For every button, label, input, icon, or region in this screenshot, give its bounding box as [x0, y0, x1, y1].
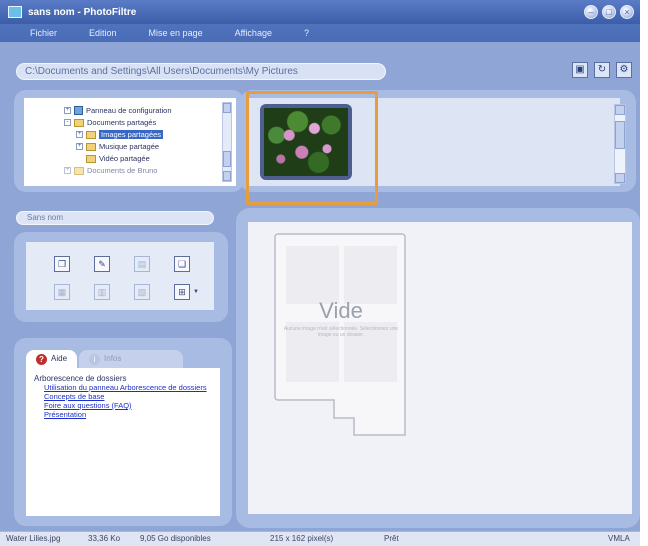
status-bar: Water Lilies.jpg 33,36 Ko 9,05 Go dispon…: [0, 531, 640, 546]
delete-icon[interactable]: ▦: [54, 284, 70, 300]
tools-panel: ❐ ✎ ▤ ❏ ▦ ▥ ▧ ⊞ ▼: [14, 232, 228, 322]
thumbnail-selection-highlight: [246, 91, 378, 205]
tab-help[interactable]: ? Aide: [26, 350, 78, 368]
status-file: Water Lilies.jpg: [6, 534, 61, 543]
path-tools: ▣ ↻ ⚙: [572, 62, 632, 78]
expand-icon[interactable]: +: [76, 131, 83, 138]
tree-item-label: Musique partagée: [99, 142, 160, 151]
help-link-folder-tree[interactable]: Utilisation du panneau Arborescence de d…: [34, 383, 212, 392]
help-tabs: ? Aide i Infos: [26, 350, 184, 368]
collapse-icon[interactable]: -: [64, 119, 71, 126]
empty-description: Aucune image n'est sélectionnée. Sélecti…: [283, 326, 399, 338]
copy-icon[interactable]: ❐: [54, 256, 70, 272]
help-link-faq[interactable]: Foire aux questions (FAQ): [34, 401, 212, 410]
menu-display[interactable]: Affichage: [235, 28, 272, 38]
path-field[interactable]: C:\Documents and Settings\All Users\Docu…: [16, 63, 386, 80]
status-disk: 9,05 Go disponibles: [140, 534, 211, 543]
options-icon[interactable]: ⚙: [616, 62, 632, 78]
tree-item-shared-documents[interactable]: - Documents partagés: [64, 118, 156, 127]
folder-icon: [74, 118, 84, 127]
chevron-down-icon[interactable]: ▼: [193, 289, 199, 295]
tree-item-label: Documents partagés: [87, 118, 157, 127]
menu-file[interactable]: Fichier: [30, 28, 57, 38]
maximize-button[interactable]: □: [602, 5, 616, 19]
folder-tree: + Panneau de configuration - Documents p…: [24, 98, 236, 186]
properties-icon[interactable]: ▧: [134, 284, 150, 300]
folder-icon: [86, 142, 96, 151]
menu-help[interactable]: ?: [304, 28, 309, 38]
tree-item-label: Documents de Bruno: [87, 166, 158, 175]
scroll-thumb[interactable]: [615, 121, 625, 149]
tree-item-label: Vidéo partagée: [99, 154, 150, 163]
tree-item-label: Panneau de configuration: [86, 106, 172, 115]
tree-item-control-panel[interactable]: + Panneau de configuration: [64, 106, 172, 115]
tab-help-label: Aide: [51, 354, 68, 363]
folder-icon: [86, 130, 96, 139]
scroll-down-icon[interactable]: [615, 173, 625, 183]
help-link-overview[interactable]: Présentation: [34, 410, 212, 419]
control-panel-icon: [74, 106, 83, 115]
minimize-button[interactable]: –: [584, 5, 598, 19]
window-title: sans nom - PhotoFiltre: [28, 6, 137, 18]
scroll-thumb[interactable]: [223, 151, 231, 167]
photofiltre-window: sans nom - PhotoFiltre – □ × Fichier Edi…: [0, 0, 640, 546]
view-mode-icon[interactable]: ⊞: [174, 284, 190, 300]
empty-title: Vide: [319, 298, 363, 323]
rename-icon[interactable]: ▥: [94, 284, 110, 300]
status-mode: VMLA: [608, 534, 630, 543]
menu-bar: Fichier Edition Mise en page Affichage ?: [0, 24, 640, 42]
move-icon[interactable]: ▤: [134, 256, 150, 272]
expand-icon[interactable]: +: [76, 143, 83, 150]
expand-icon[interactable]: +: [64, 167, 71, 174]
tools-grid: ❐ ✎ ▤ ❏ ▦ ▥ ▧ ⊞ ▼: [26, 242, 214, 310]
thumbnail-scrollbar[interactable]: [614, 104, 626, 184]
menu-page-layout[interactable]: Mise en page: [149, 28, 203, 38]
tree-scrollbar[interactable]: [222, 102, 232, 182]
window-controls: – □ ×: [584, 5, 634, 19]
help-icon: ?: [36, 353, 47, 365]
scroll-up-icon[interactable]: [223, 103, 231, 113]
photo-icon[interactable]: ▣: [572, 62, 588, 78]
refresh-icon[interactable]: ↻: [594, 62, 610, 78]
tab-info-label: Infos: [104, 354, 122, 363]
folder-icon: [86, 154, 96, 163]
status-state: Prêt: [384, 534, 399, 543]
image-name-field[interactable]: Sans nom: [16, 211, 214, 225]
tab-info[interactable]: i Infos: [79, 350, 184, 368]
expand-icon[interactable]: +: [64, 107, 71, 114]
tree-item-shared-video[interactable]: Vidéo partagée: [86, 154, 150, 163]
scroll-up-icon[interactable]: [615, 105, 625, 115]
folder-tree-panel: + Panneau de configuration - Documents p…: [14, 90, 244, 192]
path-bar: C:\Documents and Settings\All Users\Docu…: [0, 42, 640, 86]
status-dimensions: 215 x 162 pixel(s): [270, 534, 334, 543]
help-content: Arborescence de dossiers Utilisation du …: [26, 368, 220, 516]
help-link-basics[interactable]: Concepts de base: [34, 392, 212, 401]
info-icon: i: [89, 353, 101, 365]
tree-item-shared-pictures[interactable]: + Images partagées: [76, 130, 164, 139]
menu-edit[interactable]: Edition: [89, 28, 117, 38]
status-size: 33,36 Ko: [88, 534, 121, 543]
tree-item-label: Images partagées: [99, 130, 164, 139]
help-heading: Arborescence de dossiers: [34, 374, 127, 383]
tree-item-shared-music[interactable]: + Musique partagée: [76, 142, 159, 151]
app-icon: [8, 6, 22, 18]
edit-icon[interactable]: ✎: [94, 256, 110, 272]
tree-item-user-documents[interactable]: + Documents de Bruno: [64, 166, 157, 175]
paste-icon[interactable]: ❏: [174, 256, 190, 272]
title-bar: sans nom - PhotoFiltre – □ ×: [0, 0, 640, 24]
folder-icon: [74, 166, 84, 175]
close-button[interactable]: ×: [620, 5, 634, 19]
scroll-down-icon[interactable]: [223, 171, 231, 181]
